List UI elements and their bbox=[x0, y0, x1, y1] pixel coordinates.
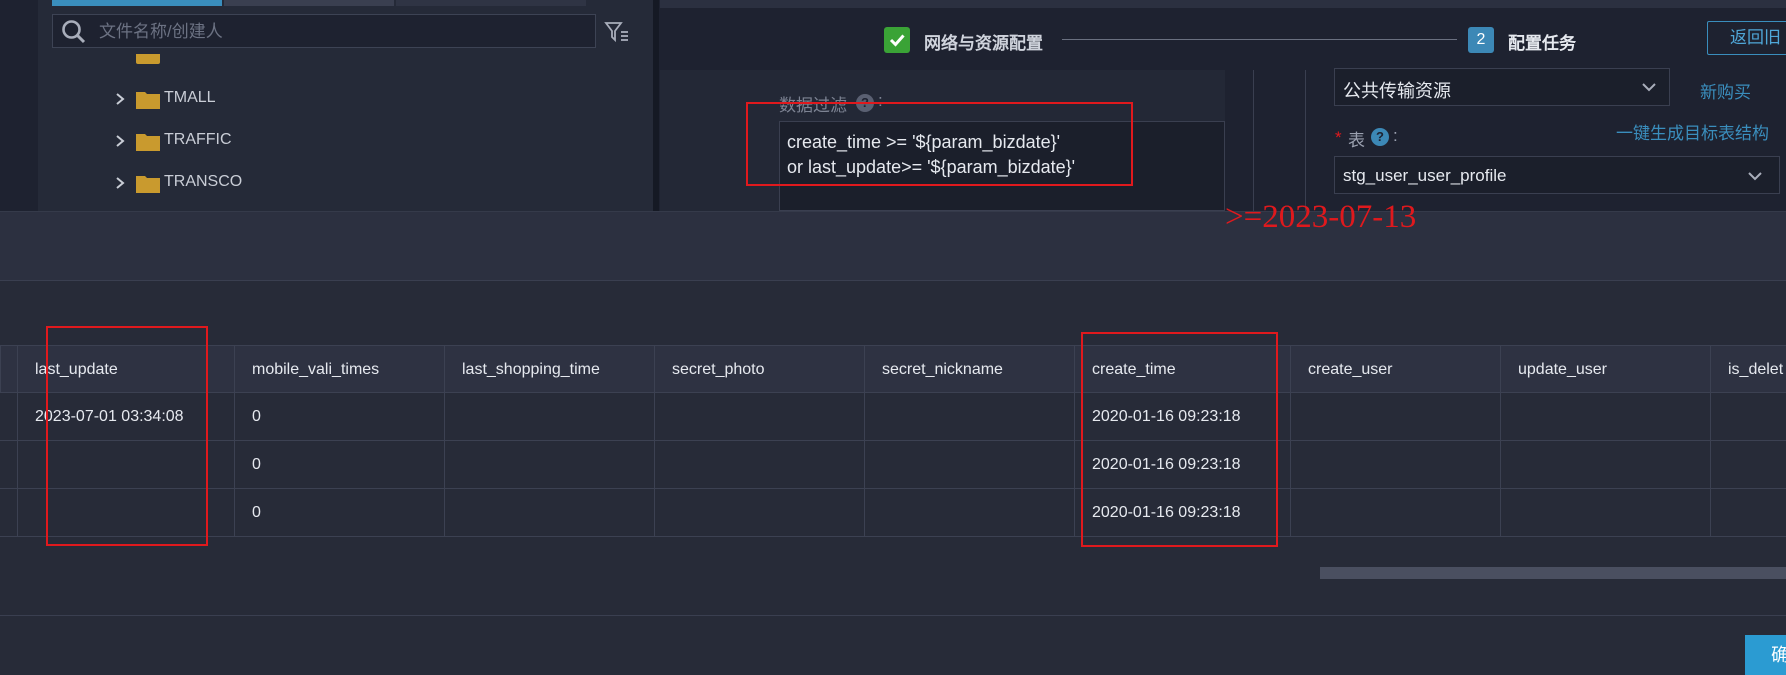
table-cell bbox=[654, 441, 864, 489]
column-header[interactable]: last_shopping_time bbox=[444, 345, 654, 393]
table-cell bbox=[1500, 441, 1710, 489]
check-icon bbox=[889, 34, 905, 47]
chevron-down-icon bbox=[1748, 172, 1762, 181]
divider bbox=[1305, 70, 1306, 211]
table-cell bbox=[444, 393, 654, 441]
tab-active-indicator[interactable] bbox=[52, 0, 222, 6]
filter-icon[interactable] bbox=[604, 20, 630, 44]
chevron-right-icon bbox=[116, 93, 125, 105]
toolbar-band bbox=[0, 211, 1786, 281]
step-done-badge bbox=[884, 27, 910, 53]
footer-divider bbox=[0, 615, 1786, 616]
column-header[interactable]: update_user bbox=[1500, 345, 1710, 393]
folder-icon bbox=[136, 54, 160, 64]
folder-icon bbox=[136, 176, 160, 193]
tab-indicator[interactable] bbox=[224, 0, 394, 6]
divider bbox=[1253, 70, 1254, 211]
table-select-value: stg_user_user_profile bbox=[1343, 166, 1507, 185]
last-update-highlight-box bbox=[46, 326, 208, 546]
step-number-badge: 2 bbox=[1468, 27, 1494, 53]
table-cell bbox=[444, 489, 654, 537]
table-cell bbox=[864, 489, 1074, 537]
table-cell bbox=[0, 393, 17, 441]
step-connector bbox=[1062, 39, 1457, 40]
tree-item-folder[interactable]: TRAFFIC bbox=[112, 126, 412, 156]
table-cell bbox=[0, 489, 17, 537]
column-header[interactable]: is_delet bbox=[1710, 345, 1786, 393]
filter-highlight-box bbox=[746, 102, 1133, 186]
step-bar: 网络与资源配置 2 配置任务 返回旧 bbox=[660, 0, 1786, 70]
column-header[interactable]: secret_photo bbox=[654, 345, 864, 393]
folder-icon bbox=[136, 92, 160, 109]
tree-item-label: TRAFFIC bbox=[164, 131, 232, 148]
table-cell bbox=[654, 489, 864, 537]
table-cell bbox=[864, 393, 1074, 441]
tree-item-folder[interactable]: TMALL bbox=[112, 84, 412, 114]
column-header[interactable]: secret_nickname bbox=[864, 345, 1074, 393]
resource-group-value: 公共传输资源 bbox=[1343, 81, 1451, 101]
table-label: 表 bbox=[1348, 131, 1365, 150]
column-header[interactable]: mobile_vali_times bbox=[234, 345, 444, 393]
chevron-down-icon bbox=[1642, 83, 1656, 92]
table-cell bbox=[1710, 489, 1786, 537]
confirm-button[interactable]: 确 bbox=[1745, 635, 1786, 675]
table-cell: 0 bbox=[234, 393, 444, 441]
search-input[interactable] bbox=[97, 15, 581, 49]
label-colon: : bbox=[1393, 126, 1398, 145]
table-cell bbox=[1290, 393, 1500, 441]
table-cell bbox=[1710, 393, 1786, 441]
chevron-right-icon bbox=[116, 135, 125, 147]
required-mark: * bbox=[1335, 128, 1342, 147]
panel-tabbar bbox=[52, 0, 652, 6]
create-time-highlight-box bbox=[1081, 332, 1278, 547]
file-tree-panel: TMALL TRAFFIC TRANSCO bbox=[38, 0, 659, 211]
back-button[interactable]: 返回旧 bbox=[1707, 21, 1786, 55]
table-cell bbox=[444, 441, 654, 489]
search-box[interactable] bbox=[52, 14, 596, 49]
help-icon[interactable]: ? bbox=[1371, 128, 1389, 146]
table-cell bbox=[1710, 441, 1786, 489]
table-cell bbox=[1500, 393, 1710, 441]
table-select[interactable]: stg_user_user_profile bbox=[1334, 156, 1780, 194]
table-cell bbox=[0, 441, 17, 489]
table-header-cell bbox=[0, 345, 17, 393]
table-cell bbox=[654, 393, 864, 441]
table-cell bbox=[1500, 489, 1710, 537]
table-cell: 0 bbox=[234, 441, 444, 489]
resource-group-select[interactable]: 公共传输资源 bbox=[1334, 68, 1670, 106]
table-cell bbox=[864, 441, 1074, 489]
step-2-label: 配置任务 bbox=[1508, 34, 1576, 53]
horizontal-scrollbar[interactable] bbox=[1320, 567, 1786, 579]
table-cell bbox=[1290, 489, 1500, 537]
tab-indicator[interactable] bbox=[396, 0, 586, 6]
tree-item-label: TMALL bbox=[164, 89, 216, 106]
folder-icon bbox=[136, 134, 160, 151]
search-icon bbox=[62, 20, 86, 44]
table-cell: 0 bbox=[234, 489, 444, 537]
buy-new-link[interactable]: 新购买 bbox=[1700, 78, 1751, 103]
column-header[interactable]: create_user bbox=[1290, 345, 1500, 393]
tree-item-label: TRANSCO bbox=[164, 173, 243, 190]
annotation-text: >=2023-07-13 bbox=[1225, 199, 1417, 235]
step-1-label: 网络与资源配置 bbox=[924, 34, 1043, 53]
table-cell bbox=[1290, 441, 1500, 489]
chevron-right-icon bbox=[116, 177, 125, 189]
tree-item-folder[interactable]: TRANSCO bbox=[112, 168, 412, 198]
generate-table-link[interactable]: 一键生成目标表结构 bbox=[1616, 119, 1769, 144]
